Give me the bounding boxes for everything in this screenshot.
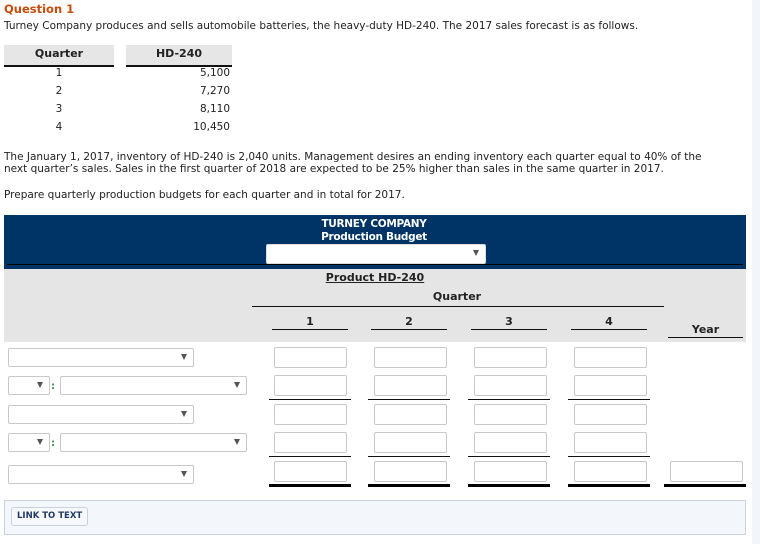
scrollbar[interactable] xyxy=(752,0,760,544)
forecast-quarter: 2 xyxy=(55,85,63,97)
row-4-label-select[interactable] xyxy=(60,433,247,452)
header-rule xyxy=(7,264,743,265)
quarter-header-1: 1 xyxy=(272,316,348,330)
subtotal-rule xyxy=(269,456,351,457)
dropdown-arrow-icon xyxy=(473,250,479,256)
dropdown-arrow-icon xyxy=(181,471,187,477)
row-1-q2-input[interactable] xyxy=(374,347,447,368)
quarter-header-2: 2 xyxy=(371,316,447,330)
period-select[interactable] xyxy=(266,244,486,264)
forecast-value: 10,450 xyxy=(193,121,230,133)
row-3-q2-input[interactable] xyxy=(374,404,447,425)
row-3-q3-input[interactable] xyxy=(474,404,547,425)
subtotal-rule xyxy=(368,399,450,400)
quarter-label: Quarter xyxy=(432,290,482,303)
row-5-q3-input[interactable] xyxy=(474,461,547,482)
forecast-value: 5,100 xyxy=(199,67,230,79)
dropdown-arrow-icon xyxy=(234,439,240,445)
row-2-q1-input[interactable] xyxy=(274,375,347,396)
problem-text-line-2: next quarter’s sales. Sales in the first… xyxy=(4,163,664,175)
row-1-q4-input[interactable] xyxy=(574,347,647,368)
row-5-label-select[interactable] xyxy=(8,465,194,484)
row-3-label-select[interactable] xyxy=(8,405,194,424)
row-1-q1-input[interactable] xyxy=(274,347,347,368)
row-5-q2-input[interactable] xyxy=(374,461,447,482)
forecast-quarter: 4 xyxy=(55,121,63,133)
row-4-q4-input[interactable] xyxy=(574,432,647,453)
year-header: Year xyxy=(668,324,743,338)
total-double-rule xyxy=(269,484,351,487)
total-double-rule xyxy=(468,484,550,487)
subtotal-rule xyxy=(368,456,450,457)
dropdown-arrow-icon xyxy=(181,354,187,360)
row-2-q3-input[interactable] xyxy=(474,375,547,396)
dropdown-arrow-icon xyxy=(37,382,43,388)
quarter-header-3: 3 xyxy=(471,316,547,330)
subtotal-rule xyxy=(468,399,550,400)
total-double-rule xyxy=(368,484,450,487)
question-intro: Turney Company produces and sells automo… xyxy=(4,20,639,32)
row-1-q3-input[interactable] xyxy=(474,347,547,368)
quarter-rule xyxy=(252,306,664,307)
dropdown-arrow-icon xyxy=(37,439,43,445)
instruction-text: Prepare quarterly production budgets for… xyxy=(4,189,405,201)
dropdown-arrow-icon xyxy=(181,411,187,417)
product-label: Product HD-240 xyxy=(325,271,425,284)
question-title: Question 1 xyxy=(4,2,75,16)
forecast-value: 7,270 xyxy=(199,85,230,97)
row-3-q1-input[interactable] xyxy=(274,404,347,425)
row-4-q2-input[interactable] xyxy=(374,432,447,453)
row-4-operator-select[interactable] xyxy=(8,433,50,452)
total-double-rule xyxy=(568,484,650,487)
subtotal-rule xyxy=(568,456,650,457)
subtotal-rule xyxy=(269,399,351,400)
problem-text-line-1: The January 1, 2017, inventory of HD-240… xyxy=(4,151,702,163)
colon-separator: : xyxy=(51,438,55,449)
dropdown-arrow-icon xyxy=(234,382,240,388)
budget-title: Production Budget xyxy=(321,231,427,243)
row-5-q1-input[interactable] xyxy=(274,461,347,482)
colon-separator: : xyxy=(51,381,55,392)
forecast-value: 8,110 xyxy=(199,103,230,115)
subtotal-rule xyxy=(468,456,550,457)
subtotal-rule xyxy=(568,399,650,400)
forecast-quarter: 3 xyxy=(55,103,63,115)
row-1-label-select[interactable] xyxy=(8,348,194,367)
row-5-q4-input[interactable] xyxy=(574,461,647,482)
total-double-rule xyxy=(664,484,746,487)
row-2-operator-select[interactable] xyxy=(8,376,50,395)
row-3-q4-input[interactable] xyxy=(574,404,647,425)
row-4-q1-input[interactable] xyxy=(274,432,347,453)
row-5-year-input[interactable] xyxy=(670,461,743,482)
row-2-q2-input[interactable] xyxy=(374,375,447,396)
company-name: TURNEY COMPANY xyxy=(321,218,427,230)
row-2-label-select[interactable] xyxy=(60,376,247,395)
quarter-header-4: 4 xyxy=(571,316,647,330)
row-4-q3-input[interactable] xyxy=(474,432,547,453)
footer-panel: LINK TO TEXT xyxy=(4,500,746,535)
row-2-q4-input[interactable] xyxy=(574,375,647,396)
link-to-text-button[interactable]: LINK TO TEXT xyxy=(11,507,89,526)
forecast-quarter: 1 xyxy=(55,67,63,79)
